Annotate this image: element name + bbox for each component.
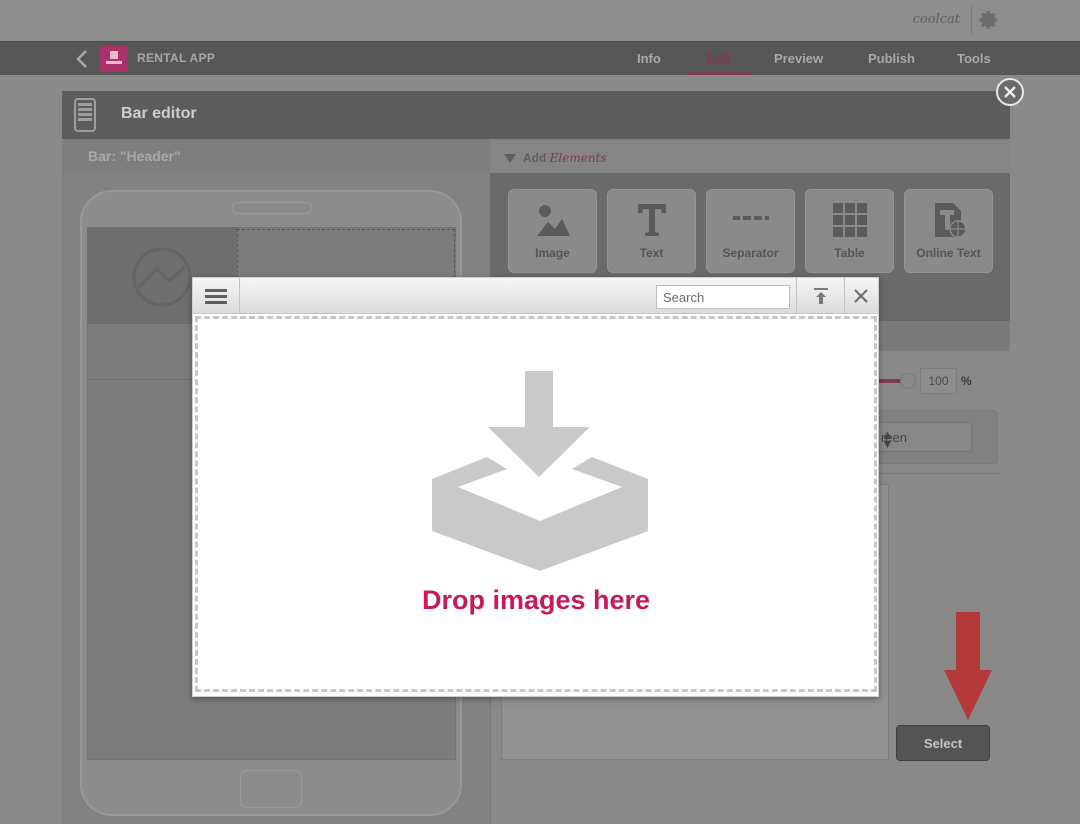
phone-home-button	[240, 770, 302, 808]
image-drop-zone[interactable]: Drop images here	[195, 316, 877, 692]
image-upload-dialog: Drop images here	[192, 277, 879, 697]
editor-header	[62, 91, 1010, 139]
table-icon	[833, 203, 867, 237]
close-icon	[1004, 86, 1016, 98]
editor-title: Bar editor	[121, 105, 197, 122]
close-editor-button[interactable]	[996, 78, 1024, 106]
element-tile-label: Image	[535, 246, 570, 260]
element-tile-table[interactable]: Table	[805, 189, 894, 273]
gear-icon[interactable]	[978, 9, 1000, 31]
tab-preview[interactable]: Preview	[774, 51, 823, 66]
search-input[interactable]	[656, 285, 790, 309]
hamburger-line	[205, 289, 227, 292]
add-prefix: Add	[523, 151, 547, 165]
element-tile-text[interactable]: Text	[607, 189, 696, 273]
opacity-input[interactable]: 100	[920, 368, 957, 394]
upload-button[interactable]	[796, 278, 844, 314]
tab-publish[interactable]: Publish	[868, 51, 915, 66]
active-tab-indicator	[688, 72, 752, 75]
drop-images-label: Drop images here	[421, 585, 651, 615]
upload-arrow-icon	[814, 288, 828, 304]
select-button[interactable]: Select	[896, 725, 990, 761]
back-arrow-icon[interactable]	[74, 49, 90, 69]
app-nav-bar: RENTAL APP Info Edit Preview Publish Too…	[0, 41, 1080, 75]
online-text-icon	[935, 203, 967, 238]
house-logo-icon	[106, 51, 122, 64]
bar-name-header: Bar: "Header"	[62, 139, 490, 173]
text-icon	[638, 204, 666, 236]
add-elements-label[interactable]: Add Elements	[523, 151, 607, 165]
drop-tray-icon	[432, 371, 648, 571]
hamburger-line	[205, 295, 227, 298]
tab-tools[interactable]: Tools	[957, 51, 991, 66]
app-logo	[100, 46, 128, 72]
tab-info[interactable]: Info	[637, 51, 661, 66]
user-bar-divider	[971, 6, 972, 34]
phone-speaker	[232, 202, 312, 214]
element-tile-separator[interactable]: Separator	[706, 189, 795, 273]
menu-button[interactable]	[193, 278, 240, 314]
dialog-toolbar	[193, 278, 878, 314]
element-tile-label: Text	[639, 246, 664, 260]
element-tile-label: Table	[834, 246, 865, 260]
element-tile-label: Separator	[722, 246, 779, 260]
properties-divider	[870, 473, 1000, 474]
color-select[interactable]: reen ▲ ▼	[876, 422, 972, 452]
user-bar: coolcat	[0, 0, 1080, 41]
hamburger-line	[205, 301, 227, 304]
select-arrows-icon: ▲ ▼	[881, 427, 894, 451]
separator-icon	[733, 216, 769, 220]
collapse-triangle-icon[interactable]	[504, 154, 516, 163]
image-icon	[537, 205, 570, 236]
app-name: RENTAL APP	[137, 51, 216, 65]
element-tile-online-text[interactable]: Online Text	[904, 189, 993, 273]
add-elements-header[interactable]: Add Elements	[490, 139, 1010, 173]
close-dialog-button[interactable]	[844, 278, 878, 314]
username[interactable]: coolcat	[913, 12, 960, 27]
opacity-unit: %	[961, 374, 972, 388]
phone-icon	[74, 98, 96, 132]
element-tile-image[interactable]: Image	[508, 189, 597, 273]
red-down-arrow-icon	[944, 612, 992, 720]
close-icon	[854, 289, 868, 303]
opacity-slider-handle[interactable]	[900, 373, 916, 389]
tab-edit[interactable]: Edit	[706, 51, 731, 66]
add-elements-word: Elements	[549, 151, 607, 165]
element-tile-label: Online Text	[916, 246, 981, 260]
bar-name-label: Bar: "Header"	[88, 148, 181, 164]
